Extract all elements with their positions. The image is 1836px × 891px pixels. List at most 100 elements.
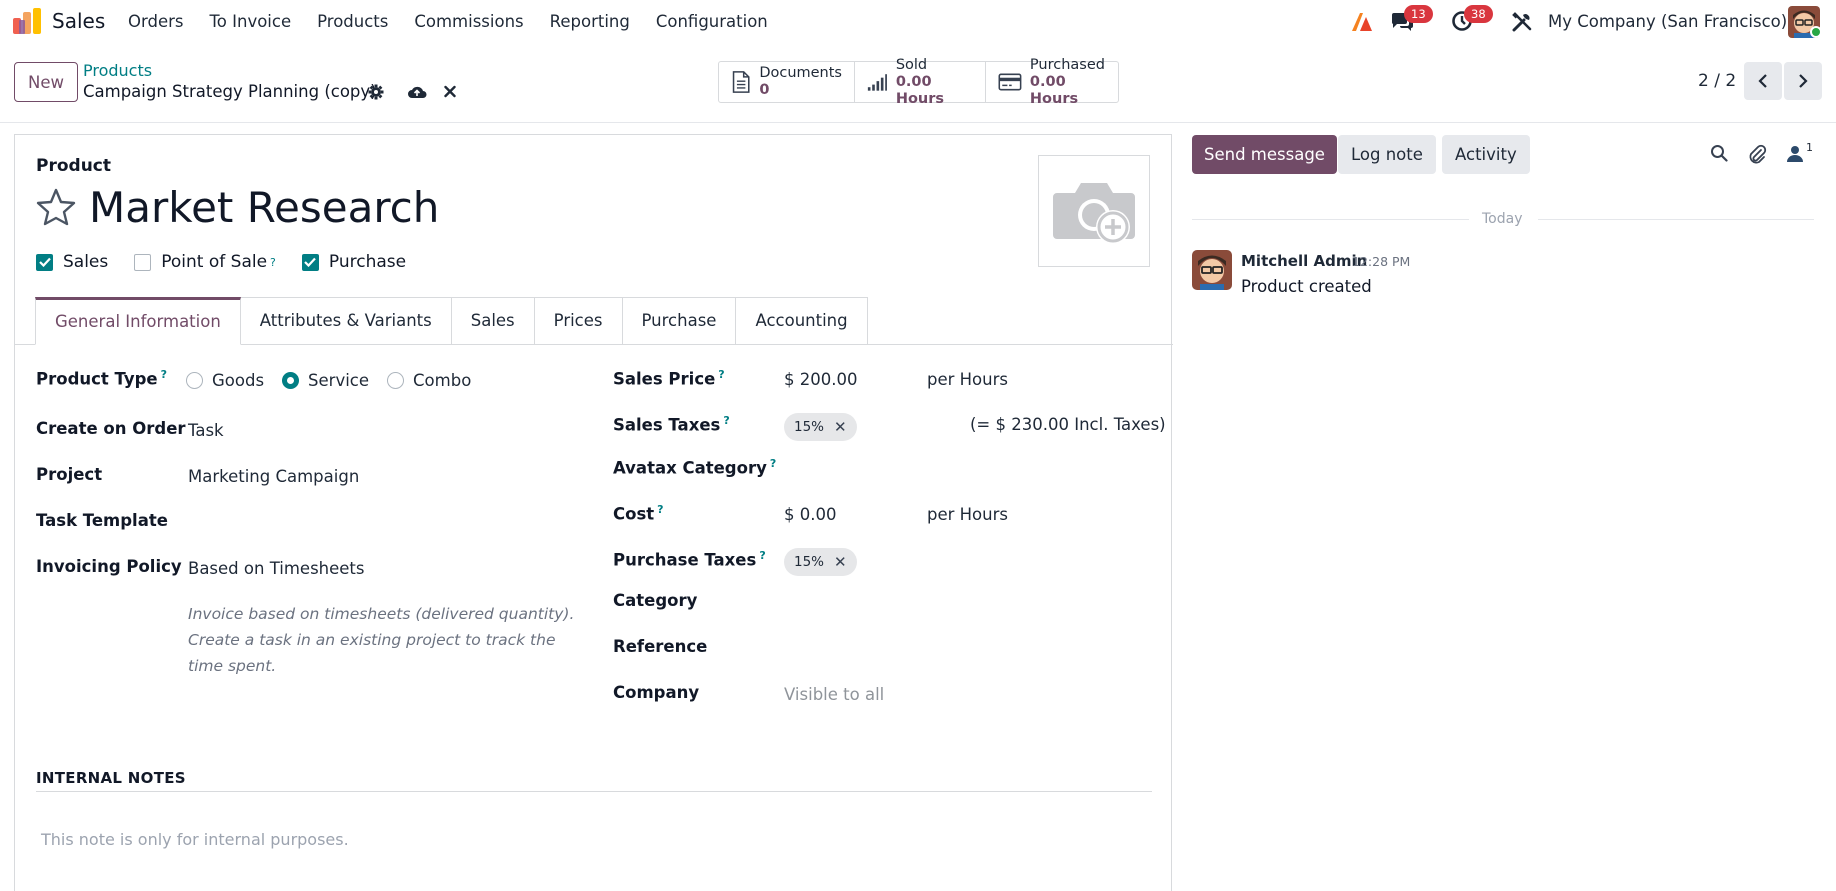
sales-taxes-help-icon[interactable]: ? [723, 414, 729, 427]
pager-next-button[interactable] [1784, 62, 1822, 100]
category-field[interactable] [784, 593, 1154, 613]
point-of-sale-checkbox[interactable]: Point of Sale ? [134, 252, 276, 272]
sales-taxes-included-amount: (= $ 230.00 Incl. Taxes) [970, 415, 1166, 434]
point-of-sale-checkbox-box[interactable] [134, 253, 152, 271]
product-type-combo-label: Combo [413, 371, 472, 390]
sales-tax-tag[interactable]: 15% ✕ [784, 413, 857, 441]
search-icon[interactable] [1710, 144, 1728, 162]
sales-checkbox-label: Sales [63, 252, 109, 272]
product-image-upload[interactable] [1038, 155, 1150, 267]
tab-prices[interactable]: Prices [534, 297, 623, 345]
sales-price-help-icon[interactable]: ? [718, 368, 724, 381]
purchase-taxes-help-icon[interactable]: ? [759, 549, 765, 562]
documents-smart-button[interactable]: Documents 0 [719, 62, 855, 102]
tab-purchase[interactable]: Purchase [622, 297, 737, 345]
sold-smart-button[interactable]: Sold 0.00 Hours [855, 57, 986, 107]
radio-button[interactable] [186, 372, 203, 389]
cost-field[interactable]: $ 0.00 [784, 505, 836, 524]
author-avatar-icon [1192, 250, 1232, 290]
product-type-help-icon[interactable]: ? [161, 368, 167, 381]
followers-user-icon[interactable] [1786, 145, 1804, 163]
app-logo-icon[interactable] [12, 8, 42, 36]
menu-reporting[interactable]: Reporting [550, 12, 630, 31]
remove-tag-icon[interactable]: ✕ [834, 553, 847, 571]
radio-button-selected[interactable] [282, 372, 300, 389]
invoicing-policy-field[interactable]: Based on Timesheets [188, 559, 365, 578]
activity-button[interactable]: Activity [1442, 135, 1530, 174]
gear-icon[interactable] [368, 84, 384, 100]
product-type-label: Product Type? [36, 368, 167, 389]
project-field[interactable]: Marketing Campaign [188, 467, 359, 486]
invoicing-policy-help-text: Invoice based on timesheets (delivered q… [188, 601, 588, 679]
favorite-star-icon[interactable] [35, 187, 77, 227]
purchase-tax-tag[interactable]: 15% ✕ [784, 548, 857, 576]
pager-value[interactable]: 2 / 2 [1698, 71, 1736, 91]
message-author[interactable]: Mitchell Admin [1241, 252, 1367, 270]
tab-sales[interactable]: Sales [451, 297, 535, 345]
online-status-indicator [1810, 26, 1822, 38]
menu-products[interactable]: Products [317, 12, 388, 31]
sales-checkbox[interactable]: Sales [36, 252, 108, 272]
activities-menu[interactable]: 38 [1451, 5, 1493, 36]
company-field[interactable]: Visible to all [784, 685, 884, 704]
menu-orders[interactable]: Orders [128, 12, 184, 31]
point-of-sale-help-icon[interactable]: ? [270, 256, 276, 269]
purchase-checkbox-box[interactable] [301, 253, 319, 271]
product-name-field[interactable]: Market Research [89, 183, 439, 232]
product-type-goods-radio[interactable]: Goods [186, 371, 264, 390]
message-time: 12:28 PM [1352, 254, 1411, 269]
messages-menu[interactable]: 13 [1390, 5, 1433, 36]
radio-button[interactable] [387, 372, 405, 389]
reference-field[interactable] [784, 639, 1154, 659]
discard-close-icon[interactable] [444, 85, 456, 98]
breadcrumb-current-record: Campaign Strategy Planning (copy) [83, 82, 377, 101]
message-body: Product created [1241, 277, 1372, 296]
purchased-smart-button[interactable]: Purchased 0.00 Hours [986, 57, 1118, 107]
purchase-taxes-label-text: Purchase Taxes [613, 550, 757, 570]
company-switcher[interactable]: My Company (San Francisco) [1548, 12, 1787, 31]
log-note-button[interactable]: Log note [1338, 135, 1436, 174]
internal-notes-editor[interactable]: This note is only for internal purposes. [41, 830, 349, 849]
new-record-button[interactable]: New [14, 62, 78, 102]
credit-card-icon [998, 73, 1022, 91]
product-type-combo-radio[interactable]: Combo [387, 371, 471, 390]
menu-configuration[interactable]: Configuration [656, 12, 768, 31]
date-separator-today: Today [1482, 211, 1523, 227]
tab-accounting[interactable]: Accounting [736, 297, 868, 345]
avatax-category-label-text: Avatax Category [613, 458, 767, 478]
sales-price-field[interactable]: $ 200.00 [784, 370, 857, 389]
task-template-field[interactable] [188, 513, 568, 533]
breadcrumb-products[interactable]: Products [83, 61, 152, 80]
tab-general-information[interactable]: General Information [35, 297, 241, 345]
product-form-sheet: Product Market Research Sales Point of S… [14, 134, 1173, 891]
save-cloud-icon[interactable] [407, 84, 427, 100]
project-label: Project [36, 465, 103, 484]
sales-checkbox-box[interactable] [36, 253, 53, 271]
app-name[interactable]: Sales [52, 9, 105, 33]
documents-count: 0 [759, 82, 770, 98]
internal-notes-divider [36, 791, 1152, 792]
message-author-avatar[interactable] [1192, 250, 1232, 290]
cost-help-icon[interactable]: ? [657, 503, 663, 516]
chevron-left-icon [1758, 74, 1767, 88]
avatax-category-field[interactable] [784, 459, 1154, 479]
pager-previous-button[interactable] [1744, 62, 1782, 100]
sales-price-uom: per Hours [927, 370, 1008, 389]
menu-to-invoice[interactable]: To Invoice [210, 12, 292, 31]
remove-tag-icon[interactable]: ✕ [834, 418, 847, 436]
avatax-category-help-icon[interactable]: ? [770, 457, 776, 470]
checkmark-icon [304, 257, 317, 267]
cost-label-text: Cost [613, 504, 655, 524]
paperclip-icon[interactable] [1747, 144, 1767, 164]
product-type-service-radio[interactable]: Service [282, 371, 369, 390]
tab-attributes-variants[interactable]: Attributes & Variants [240, 297, 452, 345]
create-on-order-field[interactable]: Task [188, 421, 224, 440]
sales-price-label-text: Sales Price [613, 369, 716, 389]
send-message-button[interactable]: Send message [1192, 135, 1337, 174]
debug-tools-icon[interactable] [1511, 11, 1533, 33]
purchase-checkbox[interactable]: Purchase [301, 252, 406, 272]
sales-price-label: Sales Price? [613, 368, 725, 389]
documents-label: Documents [759, 65, 842, 81]
menu-commissions[interactable]: Commissions [414, 12, 523, 31]
avatax-icon[interactable] [1350, 11, 1374, 33]
